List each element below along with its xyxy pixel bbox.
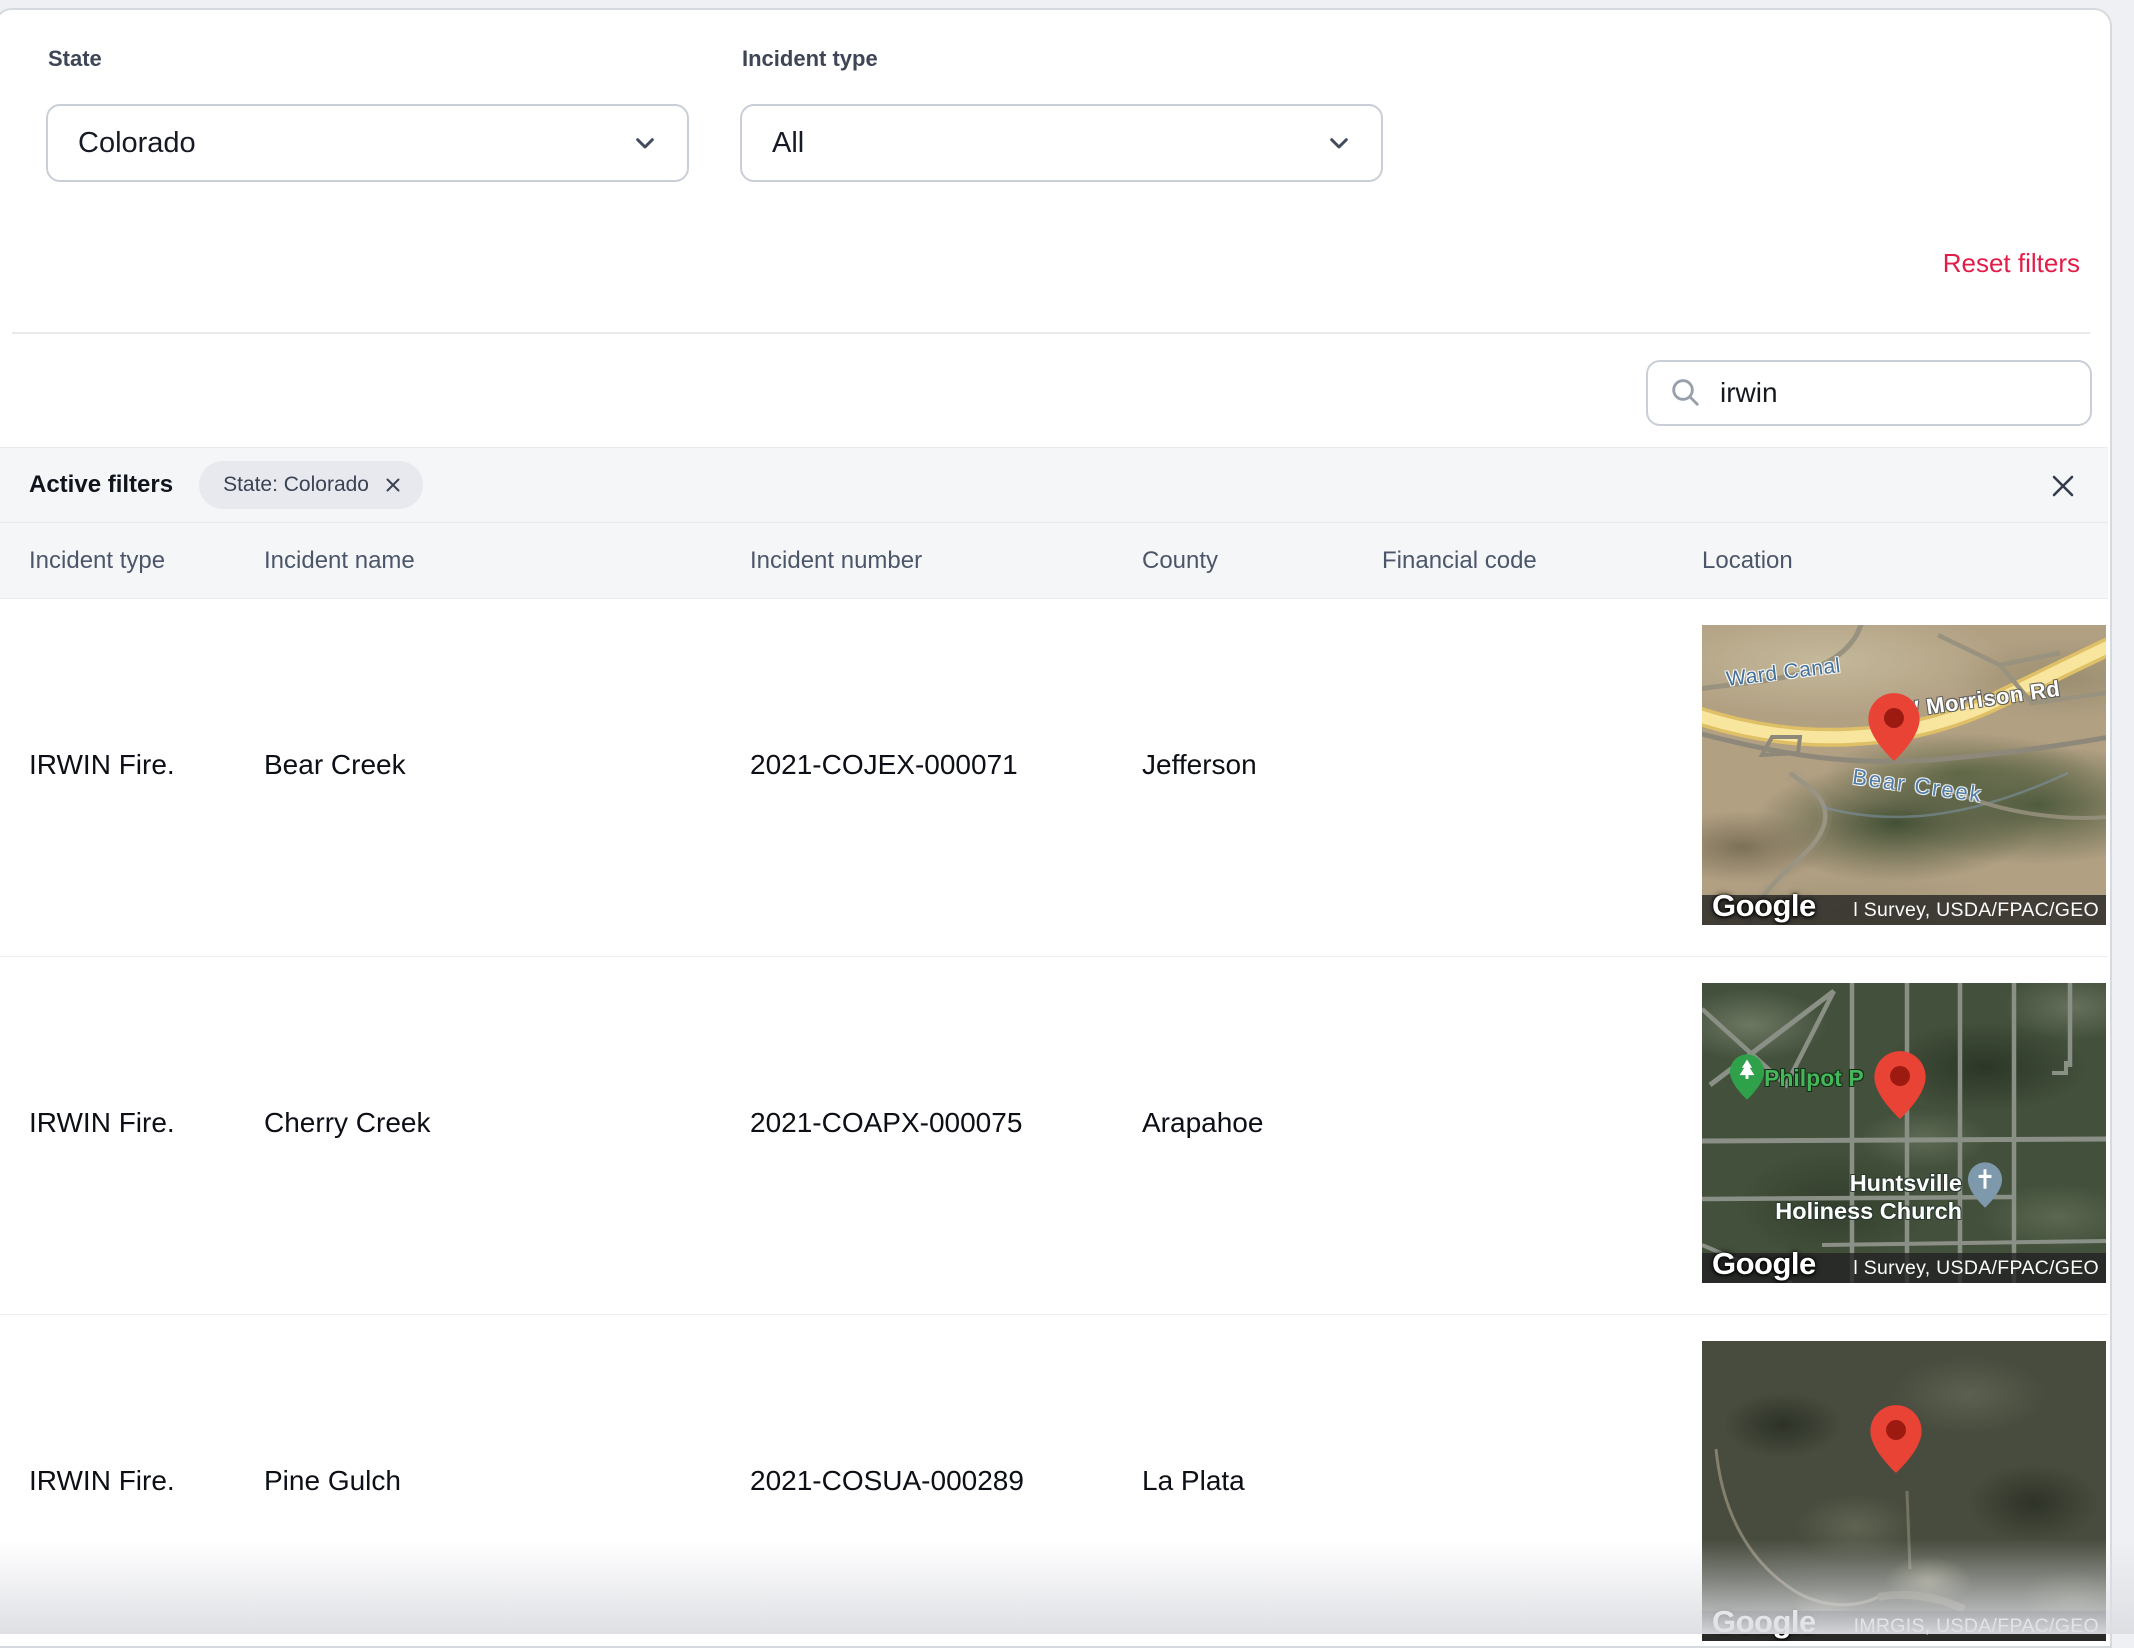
incident-type-filter-label: Incident type (742, 46, 878, 71)
cell-county: Arapahoe (1142, 1107, 1264, 1138)
map-roads-art (1702, 983, 2106, 1283)
location-map-thumbnail[interactable]: Ward Canal W Morrison Rd Bear Creek l Su… (1702, 625, 2106, 925)
location-map-thumbnail[interactable]: IMRGIS, USDA/FPAC/GEO Google (1702, 1341, 2106, 1641)
cell-incident-name: Bear Creek (264, 749, 406, 780)
search-icon (1672, 379, 1699, 406)
divider (12, 332, 2090, 334)
map-pin-icon (1870, 1405, 1922, 1473)
cell-incident-name: Cherry Creek (264, 1107, 431, 1138)
close-icon[interactable] (2048, 471, 2078, 501)
cell-incident-type: IRWIN Fire. (29, 1465, 175, 1496)
active-filters-label: Active filters (29, 471, 174, 498)
chevron-down-icon (636, 138, 654, 149)
tree-pin-icon (1729, 1054, 1765, 1100)
cell-incident-number: 2021-COJEX-000071 (750, 749, 1018, 780)
reset-filters-button[interactable]: Reset filters (1943, 248, 2080, 279)
location-map-thumbnail[interactable]: Philpot P Huntsville Holiness Church l S… (1702, 983, 2106, 1283)
cell-county: La Plata (1142, 1465, 1245, 1496)
table-row[interactable]: IRWIN Fire. Pine Gulch 2021-COSUA-000289… (0, 1315, 2108, 1645)
column-header-location: Location (1702, 547, 1793, 574)
column-header-financial-code: Financial code (1382, 547, 1537, 574)
map-label-park: Philpot P (1764, 1065, 1864, 1091)
table-row[interactable]: IRWIN Fire. Cherry Creek 2021-COAPX-0000… (0, 957, 2108, 1315)
cell-incident-type: IRWIN Fire. (29, 1107, 175, 1138)
church-pin-icon (1967, 1162, 2003, 1208)
column-header-incident-type: Incident type (29, 547, 166, 574)
google-logo: Google (1712, 1604, 1816, 1639)
filter-chip-label: State: Colorado (223, 473, 369, 496)
state-filter-label: State (48, 46, 102, 71)
scrollbar-gutter[interactable] (2112, 0, 2134, 1634)
google-logo: Google (1712, 888, 1816, 923)
incident-type-select-value: All (772, 126, 805, 159)
state-select-value: Colorado (78, 126, 196, 159)
incident-type-select[interactable]: All (740, 104, 1383, 182)
table-row[interactable]: IRWIN Fire. Bear Creek 2021-COJEX-000071… (0, 599, 2108, 957)
table-header: Incident type Incident name Incident num… (0, 523, 2108, 599)
map-label-church: Huntsville Holiness Church (1775, 1170, 1962, 1224)
cell-incident-number: 2021-COSUA-000289 (750, 1465, 1024, 1496)
cell-incident-number: 2021-COAPX-000075 (750, 1107, 1023, 1138)
chip-remove-icon[interactable] (383, 475, 403, 495)
state-select[interactable]: Colorado (46, 104, 689, 182)
search-box (1646, 360, 2092, 426)
map-roads-art (1714, 1448, 1966, 1613)
filter-chip-state-colorado[interactable]: State: Colorado (199, 461, 423, 509)
column-header-incident-number: Incident number (750, 547, 923, 574)
active-filters-bar: Active filters State: Colorado (0, 447, 2108, 523)
cell-county: Jefferson (1142, 749, 1257, 780)
map-pin-icon (1874, 1051, 1926, 1119)
cell-incident-type: IRWIN Fire. (29, 749, 175, 780)
incident-search-page: { "filters": { "state_label": "State", "… (0, 0, 2134, 1648)
chevron-down-icon (1330, 138, 1348, 149)
map-pin-icon (1868, 693, 1920, 761)
column-header-county: County (1142, 547, 1219, 574)
results-card: State Incident type Colorado All Reset f… (0, 8, 2112, 1648)
search-input[interactable] (1718, 376, 2083, 410)
google-logo: Google (1712, 1246, 1816, 1281)
cell-incident-name: Pine Gulch (264, 1465, 401, 1496)
column-header-incident-name: Incident name (264, 547, 415, 574)
